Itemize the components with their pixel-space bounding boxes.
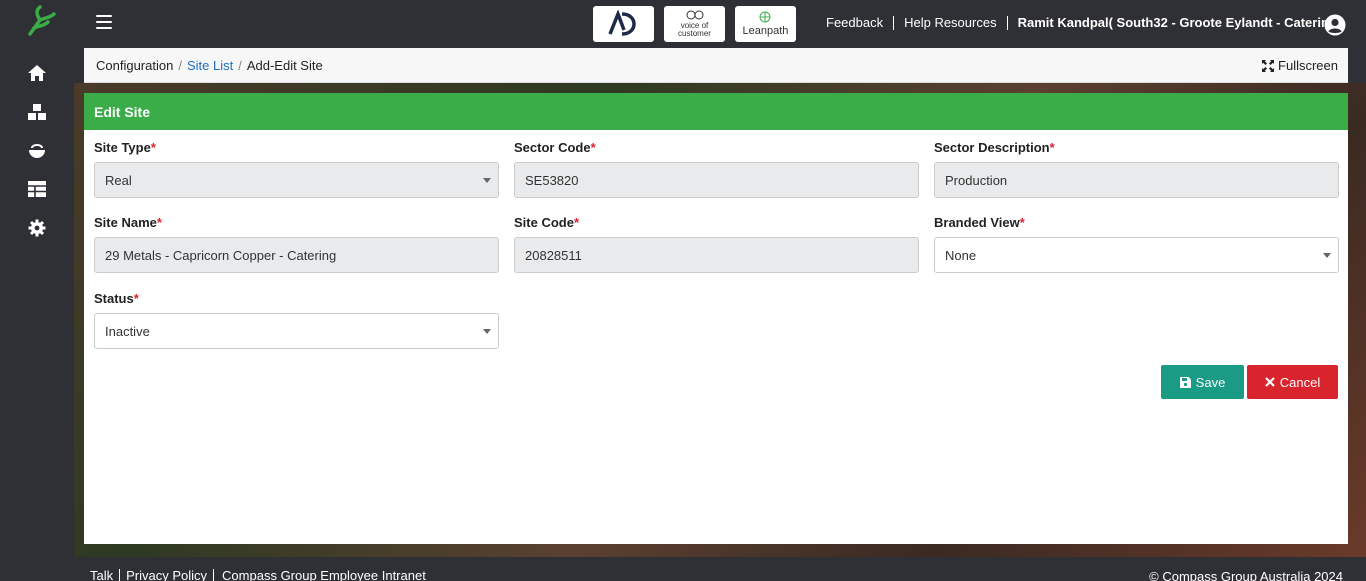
cancel-label: Cancel [1279, 374, 1321, 390]
breadcrumb-site-list-link[interactable]: Site List [187, 58, 233, 73]
save-button[interactable]: Save [1161, 365, 1244, 399]
gear-icon[interactable] [26, 217, 48, 239]
site-name-input[interactable]: 29 Metals - Capricorn Copper - Catering [94, 237, 499, 273]
footer: Talk Privacy Policy Compass Group Employ… [74, 557, 1366, 581]
table-icon[interactable] [26, 178, 48, 200]
user-name[interactable]: Ramit Kandpal( South32 - Groote Eylandt … [1008, 16, 1345, 30]
chevron-down-icon [1323, 253, 1331, 258]
expand-icon [1262, 59, 1275, 72]
branded-view-label: Branded View* [934, 215, 1025, 230]
branded-view-field: Branded View* None [934, 215, 1339, 273]
site-type-value: Real [105, 172, 132, 188]
sector-description-input[interactable]: Production [934, 162, 1339, 198]
fullscreen-button[interactable]: Fullscreen [1262, 58, 1338, 73]
menu-toggle-icon[interactable] [96, 15, 112, 31]
sector-description-value: Production [945, 172, 1008, 188]
sidebar [0, 0, 74, 581]
edit-site-card: Edit Site Site Type* Real Sector Code* S… [84, 93, 1348, 544]
partner-leanpath-label: Leanpath [742, 25, 789, 37]
sector-description-label: Sector Description* [934, 140, 1055, 155]
site-code-input[interactable]: 20828511 [514, 237, 919, 273]
home-icon[interactable] [26, 62, 48, 84]
partner-ad-logo[interactable]: AD [593, 6, 654, 42]
floppy-disk-icon [1179, 376, 1191, 388]
site-name-value: 29 Metals - Capricorn Copper - Catering [105, 247, 337, 263]
feedback-link[interactable]: Feedback [816, 16, 895, 30]
status-field: Status* Inactive [94, 291, 499, 349]
site-type-field: Site Type* Real [94, 140, 499, 198]
card-title: Edit Site [84, 93, 1348, 130]
user-account-icon[interactable] [1324, 14, 1346, 36]
sector-code-label: Sector Code* [514, 140, 596, 155]
site-type-select[interactable]: Real [94, 162, 499, 198]
breadcrumb: Configuration / Site List / Add-Edit Site Fu… [84, 48, 1348, 83]
cancel-button[interactable]: Cancel [1247, 365, 1338, 399]
app-logo-icon[interactable] [22, 4, 58, 40]
status-select[interactable]: Inactive [94, 313, 499, 349]
branded-view-select[interactable]: None [934, 237, 1339, 273]
site-code-value: 20828511 [525, 247, 582, 263]
footer-privacy-policy-link[interactable]: Privacy Policy [120, 569, 215, 581]
chevron-down-icon [483, 329, 491, 334]
sector-code-value: SE53820 [525, 172, 579, 188]
top-links: Feedback Help Resources Ramit Kandpal( S… [816, 16, 1345, 30]
site-code-field: Site Code* 20828511 [514, 215, 919, 273]
site-name-field: Site Name* 29 Metals - Capricorn Copper … [94, 215, 499, 273]
site-type-label: Site Type* [94, 140, 156, 155]
copyright: © Compass Group Australia 2024 [1149, 569, 1343, 581]
partner-leanpath-logo[interactable]: Leanpath [735, 6, 796, 42]
partner-voice-of-customer-logo[interactable]: voice of customer [664, 6, 725, 42]
footer-intranet-link[interactable]: Compass Group Employee Intranet [214, 569, 432, 581]
save-label: Save [1195, 374, 1226, 390]
footer-talk-link[interactable]: Talk [90, 569, 121, 581]
fullscreen-label: Fullscreen [1278, 58, 1338, 73]
chevron-down-icon [483, 178, 491, 183]
breadcrumb-configuration: Configuration [96, 58, 174, 73]
top-bar: AD voice of customer Leanpath Feedback H… [74, 0, 1366, 48]
sector-code-input[interactable]: SE53820 [514, 162, 919, 198]
sector-description-field: Sector Description* Production [934, 140, 1339, 198]
breadcrumb-separator: / [178, 58, 182, 73]
breadcrumb-separator: / [238, 58, 242, 73]
boxes-icon[interactable] [26, 101, 48, 123]
close-icon [1264, 377, 1275, 387]
status-label: Status* [94, 291, 139, 306]
branded-view-value: None [945, 247, 977, 263]
breadcrumb-current: Add-Edit Site [246, 58, 323, 73]
status-value: Inactive [105, 323, 150, 339]
site-name-label: Site Name* [94, 215, 162, 230]
help-resources-link[interactable]: Help Resources [894, 16, 1008, 30]
site-code-label: Site Code* [514, 215, 580, 230]
sector-code-field: Sector Code* SE53820 [514, 140, 919, 198]
food-bowl-icon[interactable] [26, 139, 48, 161]
partner-voc-label: voice of customer [678, 21, 711, 38]
